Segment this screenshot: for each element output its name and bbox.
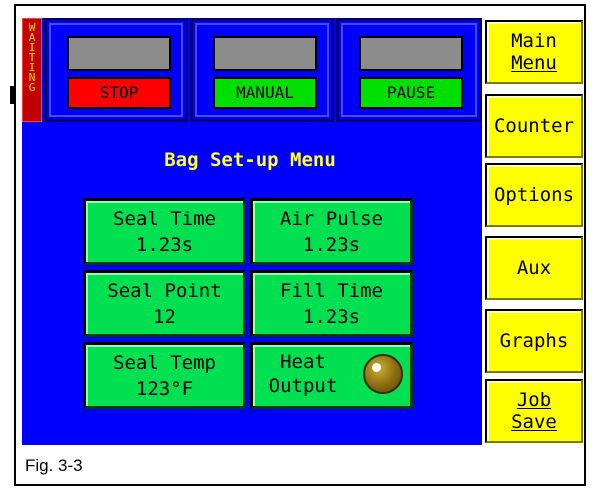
stop-button[interactable]: STOP <box>67 77 171 109</box>
status-indicator-waiting: W A I T I N G <box>22 18 42 122</box>
counter-button[interactable]: Counter <box>485 94 583 158</box>
seal-temp-label: Seal Temp <box>113 352 216 374</box>
fill-time-button[interactable]: Fill Time 1.23s <box>250 270 413 337</box>
heat-output-button[interactable]: Heat Output <box>250 342 413 409</box>
heat-output-label: Heat Output <box>263 350 343 398</box>
graphs-label: Graphs <box>499 330 569 352</box>
lamp-glint <box>372 363 381 372</box>
job-save-button[interactable]: Job Save <box>485 379 583 443</box>
fill-time-value: 1.23s <box>302 306 361 328</box>
status-letter: G <box>28 81 36 94</box>
pause-control-panel: PAUSE <box>336 18 482 122</box>
figure-caption: Fig. 3-3 <box>25 456 83 475</box>
seal-point-button[interactable]: Seal Point 12 <box>83 270 246 337</box>
pause-indicator-light <box>359 36 463 71</box>
seal-time-value: 1.23s <box>135 234 194 256</box>
page-title: Bag Set-up Menu <box>164 149 336 171</box>
manual-button[interactable]: MANUAL <box>213 77 317 109</box>
fill-time-label: Fill Time <box>280 280 383 302</box>
heat-label-line1: Heat <box>280 351 326 373</box>
main-menu-label-1: Main <box>511 30 557 52</box>
main-menu-label-2: Menu <box>511 52 557 74</box>
options-label: Options <box>493 184 575 206</box>
pause-button[interactable]: PAUSE <box>359 77 463 109</box>
seal-temp-value: 123°F <box>135 378 194 400</box>
aux-button[interactable]: Aux <box>485 236 583 300</box>
manual-control-panel: MANUAL <box>190 18 334 122</box>
job-save-label-2: Save <box>511 411 557 433</box>
heat-label-line2: Output <box>268 375 338 397</box>
seal-point-value: 12 <box>153 306 176 328</box>
heat-lamp-icon <box>363 354 403 394</box>
counter-label: Counter <box>493 115 575 137</box>
aux-label: Aux <box>516 257 552 279</box>
job-save-label-1: Job <box>516 389 552 411</box>
seal-time-label: Seal Time <box>113 208 216 230</box>
air-pulse-label: Air Pulse <box>280 208 383 230</box>
main-menu-button[interactable]: Main Menu <box>485 20 583 84</box>
options-button[interactable]: Options <box>485 163 583 227</box>
manual-indicator-light <box>213 36 317 71</box>
seal-temp-button[interactable]: Seal Temp 123°F <box>83 342 246 409</box>
air-pulse-button[interactable]: Air Pulse 1.23s <box>250 198 413 265</box>
graphs-button[interactable]: Graphs <box>485 309 583 373</box>
stop-control-panel: STOP <box>44 18 188 122</box>
air-pulse-value: 1.23s <box>302 234 361 256</box>
seal-point-label: Seal Point <box>107 280 222 302</box>
stop-indicator-light <box>67 36 171 71</box>
seal-time-button[interactable]: Seal Time 1.23s <box>83 198 246 265</box>
